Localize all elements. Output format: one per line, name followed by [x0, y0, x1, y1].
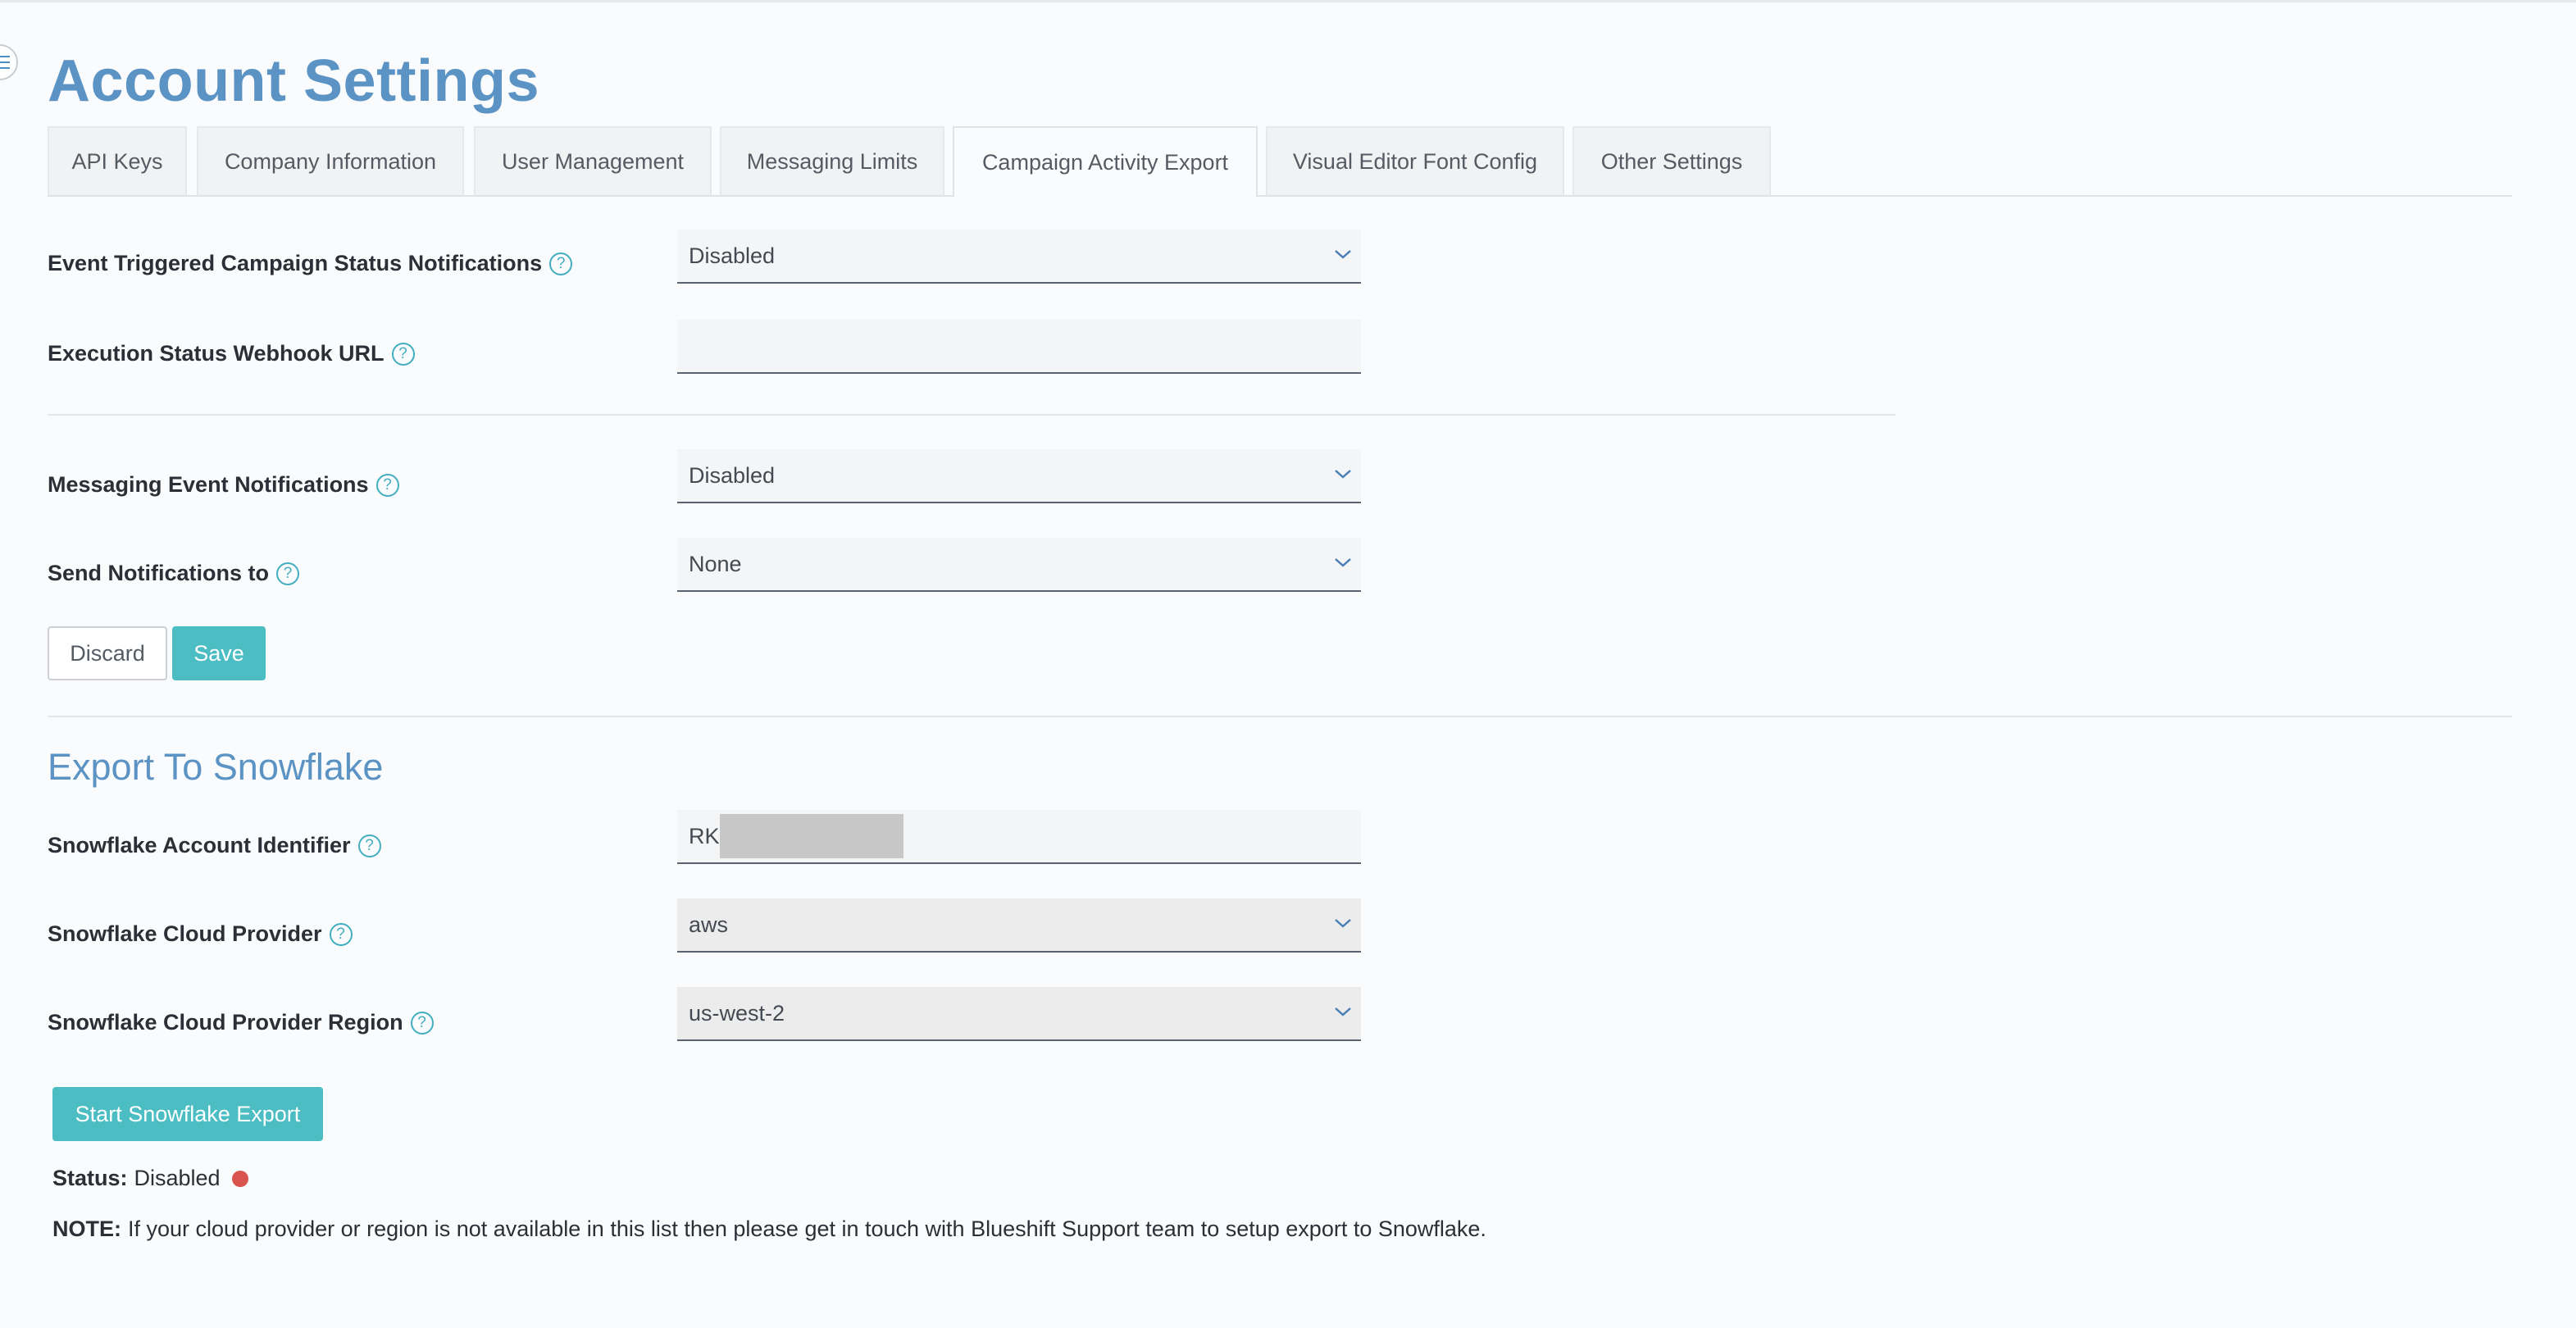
tab-company-information[interactable]: Company Information [197, 126, 464, 195]
help-circle-icon[interactable]: ? [375, 473, 399, 497]
note-text: If your cloud provider or region is not … [128, 1217, 1486, 1241]
chevron-down-icon [1335, 919, 1351, 928]
redacted-block [719, 814, 903, 858]
snowflake-region-label: Snowflake Cloud Provider Region ? [48, 1010, 434, 1035]
messaging-event-notifications-value: Disabled [689, 462, 776, 488]
send-notifications-to-label-text: Send Notifications to [48, 561, 269, 585]
help-circle-icon[interactable]: ? [549, 252, 573, 275]
status-value: Disabled [134, 1166, 221, 1190]
chevron-down-icon [1335, 470, 1351, 479]
event-triggered-notifications-select[interactable]: Disabled [677, 230, 1361, 284]
send-notifications-to-select[interactable]: None [677, 538, 1361, 592]
send-notifications-to-value: None [689, 551, 742, 576]
help-circle-icon[interactable]: ? [357, 834, 381, 857]
snowflake-section-title: Export To Snowflake [48, 746, 384, 788]
snowflake-region-label-text: Snowflake Cloud Provider Region [48, 1010, 403, 1035]
export-note: NOTE: If your cloud provider or region is… [52, 1217, 1486, 1242]
webhook-url-label-text: Execution Status Webhook URL [48, 341, 385, 366]
help-circle-icon[interactable]: ? [410, 1011, 434, 1035]
send-notifications-to-label: Send Notifications to ? [48, 561, 299, 586]
section-divider [48, 414, 1896, 416]
help-circle-icon[interactable]: ? [391, 342, 415, 366]
messaging-event-notifications-label-text: Messaging Event Notifications [48, 472, 369, 497]
status-label: Status: [52, 1166, 128, 1190]
messaging-event-notifications-select[interactable]: Disabled [677, 449, 1361, 503]
snowflake-account-identifier-value: RK [689, 823, 720, 848]
tab-other-settings[interactable]: Other Settings [1572, 126, 1771, 195]
help-circle-icon[interactable]: ? [329, 922, 353, 946]
menu-toggle-button[interactable] [0, 44, 18, 80]
note-label: NOTE: [52, 1217, 121, 1241]
discard-button[interactable]: Discard [48, 626, 167, 680]
snowflake-cloud-provider-label-text: Snowflake Cloud Provider [48, 921, 322, 946]
event-triggered-notifications-label-text: Event Triggered Campaign Status Notifica… [48, 251, 543, 275]
snowflake-cloud-provider-select[interactable]: aws [677, 898, 1361, 953]
snowflake-account-identifier-input[interactable]: RK [677, 810, 1361, 864]
webhook-url-input[interactable] [677, 320, 1361, 374]
snowflake-cloud-provider-value: aws [689, 912, 729, 937]
tab-visual-editor-font-config[interactable]: Visual Editor Font Config [1266, 126, 1564, 195]
top-border [0, 0, 2576, 2]
snowflake-account-identifier-label-text: Snowflake Account Identifier [48, 833, 351, 857]
event-triggered-notifications-label: Event Triggered Campaign Status Notifica… [48, 251, 573, 276]
save-button[interactable]: Save [172, 626, 266, 680]
help-circle-icon[interactable]: ? [276, 562, 299, 585]
event-triggered-notifications-value: Disabled [689, 243, 776, 268]
snowflake-region-select[interactable]: us-west-2 [677, 987, 1361, 1041]
export-status: Status: Disabled [52, 1166, 248, 1191]
snowflake-account-identifier-label: Snowflake Account Identifier ? [48, 833, 381, 858]
page-title: Account Settings [48, 48, 540, 114]
tab-messaging-limits[interactable]: Messaging Limits [720, 126, 944, 195]
tab-campaign-activity-export[interactable]: Campaign Activity Export [953, 126, 1258, 197]
status-indicator-dot [231, 1170, 248, 1187]
webhook-url-label: Execution Status Webhook URL ? [48, 341, 415, 366]
tab-user-management[interactable]: User Management [474, 126, 712, 195]
messaging-event-notifications-label: Messaging Event Notifications ? [48, 472, 399, 498]
menu-icon [0, 56, 10, 73]
section-divider [48, 716, 2512, 717]
chevron-down-icon [1335, 250, 1351, 259]
chevron-down-icon [1335, 558, 1351, 567]
snowflake-cloud-provider-label: Snowflake Cloud Provider ? [48, 921, 353, 947]
snowflake-region-value: us-west-2 [689, 1000, 785, 1026]
start-snowflake-export-button[interactable]: Start Snowflake Export [52, 1087, 323, 1141]
tab-api-keys[interactable]: API Keys [48, 126, 187, 195]
settings-tabs: API Keys Company Information User Manage… [48, 126, 2512, 197]
chevron-down-icon [1335, 1007, 1351, 1016]
